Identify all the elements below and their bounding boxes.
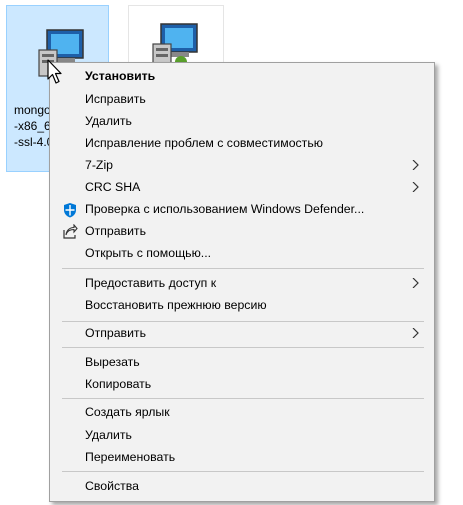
menu-item-uninstall[interactable]: Удалить <box>52 110 432 132</box>
chevron-right-icon <box>412 182 419 192</box>
menu-item-label: Исправление проблем с совместимостью <box>85 136 323 150</box>
menu-item-label: Исправить <box>85 92 146 106</box>
menu-item-label: Создать ярлык <box>85 405 170 419</box>
menu-item-label: Восстановить прежнюю версию <box>85 298 267 312</box>
menu-item-label: Проверка с использованием Windows Defend… <box>85 202 365 216</box>
mouse-pointer-icon <box>47 59 62 84</box>
menu-item-restore-previous-version[interactable]: Восстановить прежнюю версию <box>52 294 432 316</box>
menu-item-label: Свойства <box>85 479 139 493</box>
menu-item-label: Предоставить доступ к <box>85 276 217 290</box>
menu-separator <box>62 268 424 269</box>
menu-item-create-shortcut[interactable]: Создать ярлык <box>52 401 432 423</box>
chevron-right-icon <box>412 278 419 288</box>
menu-item-crc-sha[interactable]: CRC SHA <box>52 176 432 198</box>
menu-item-label: CRC SHA <box>85 180 141 194</box>
shield-icon <box>64 203 76 218</box>
menu-item-delete[interactable]: Удалить <box>52 424 432 446</box>
share-icon <box>63 224 78 239</box>
menu-item-7zip[interactable]: 7-Zip <box>52 154 432 176</box>
menu-item-label: Переименовать <box>85 450 176 464</box>
menu-item-troubleshoot-compatibility[interactable]: Исправление проблем с совместимостью <box>52 132 432 154</box>
menu-item-repair[interactable]: Исправить <box>52 88 432 110</box>
menu-item-cut[interactable]: Вырезать <box>52 351 432 373</box>
chevron-right-icon <box>412 328 419 338</box>
menu-item-copy[interactable]: Копировать <box>52 373 432 395</box>
menu-item-label: 7-Zip <box>85 158 114 172</box>
menu-item-label: Удалить <box>85 428 132 442</box>
menu-item-label: Вырезать <box>85 355 140 369</box>
chevron-right-icon <box>412 160 419 170</box>
menu-item-label: Удалить <box>85 114 132 128</box>
menu-item-label: Установить <box>85 69 156 83</box>
menu-item-give-access-to[interactable]: Предоставить доступ к <box>52 272 432 294</box>
menu-separator <box>62 471 424 472</box>
menu-separator <box>62 347 424 348</box>
menu-item-properties[interactable]: Свойства <box>52 475 432 497</box>
menu-separator <box>62 398 424 399</box>
menu-item-label: Отправить <box>85 326 146 340</box>
menu-item-open-with[interactable]: Открыть с помощью... <box>52 242 432 264</box>
menu-item-share[interactable]: Отправить <box>52 220 432 242</box>
menu-item-label: Копировать <box>85 377 152 391</box>
menu-item-send-to[interactable]: Отправить <box>52 322 432 344</box>
context-menu: Установить Исправить Удалить Исправление… <box>49 62 435 502</box>
menu-item-install[interactable]: Установить <box>52 65 432 87</box>
menu-item-label: Открыть с помощью... <box>85 246 212 260</box>
menu-item-label: Отправить <box>85 224 146 238</box>
menu-item-rename[interactable]: Переименовать <box>52 446 432 468</box>
menu-item-windows-defender-scan[interactable]: Проверка с использованием Windows Defend… <box>52 198 432 220</box>
